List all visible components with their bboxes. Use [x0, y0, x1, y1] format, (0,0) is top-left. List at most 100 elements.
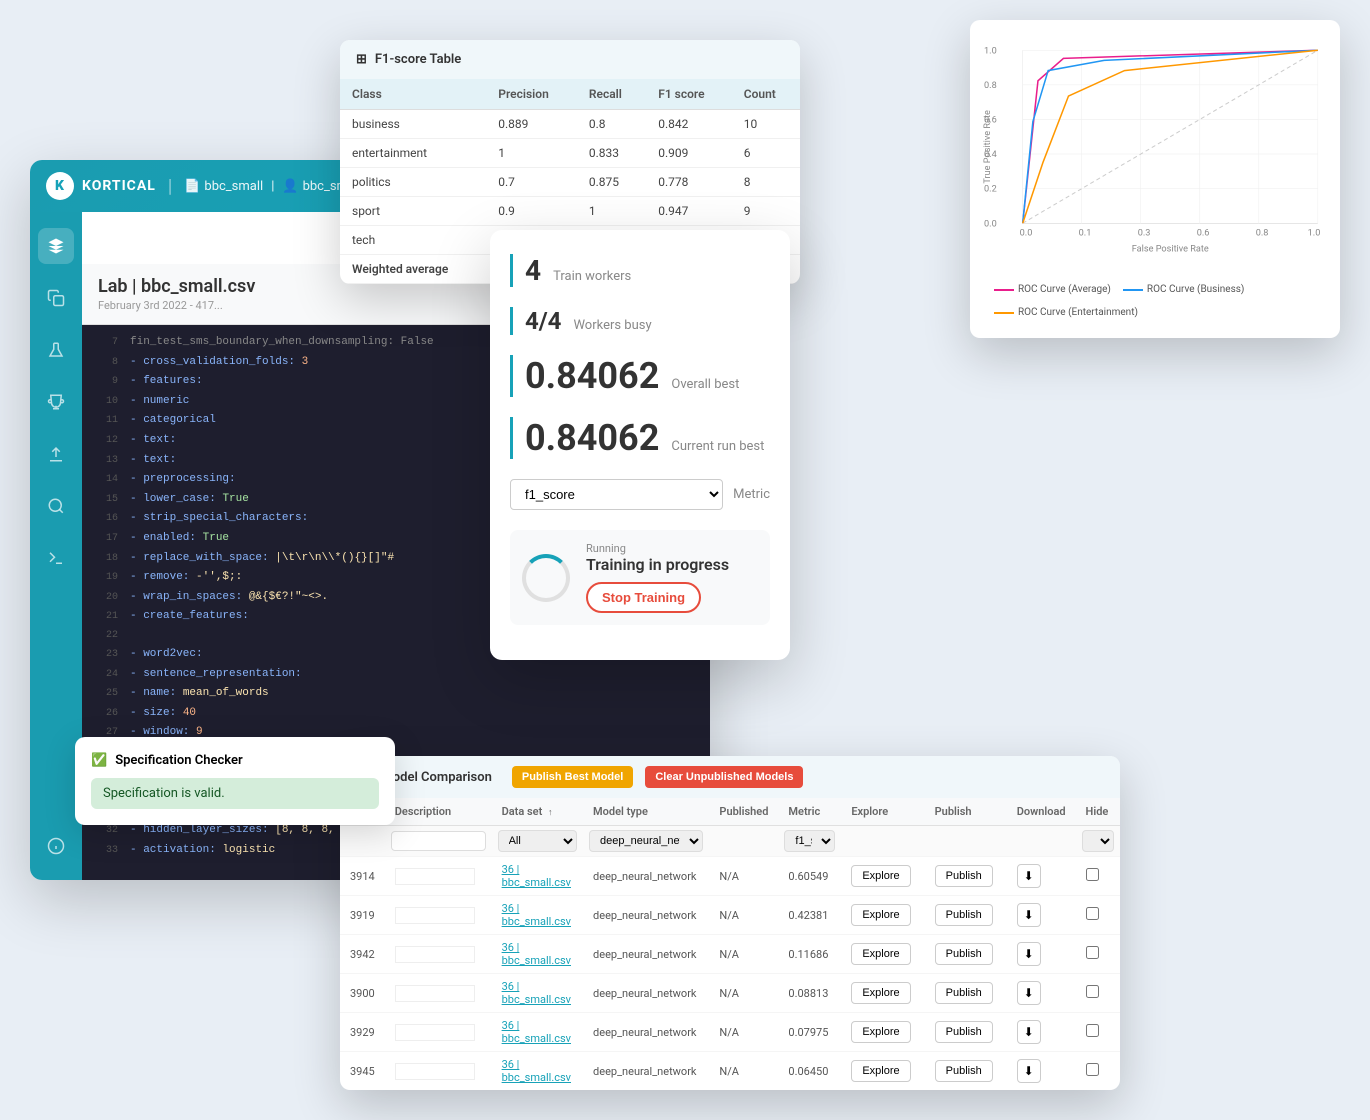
explore-btn-3945[interactable]: Explore	[851, 1060, 910, 1082]
explore-btn-3942[interactable]: Explore	[851, 943, 910, 965]
filter-description[interactable]	[391, 831, 486, 851]
breadcrumb-dataset[interactable]: 📄 bbc_small	[184, 179, 263, 194]
publish-btn-3900[interactable]: Publish	[935, 982, 993, 1004]
hide-checkbox-3945[interactable]	[1086, 1063, 1099, 1076]
sidebar-icon-layers[interactable]	[38, 228, 74, 264]
code-line: 26 - size: 40	[82, 704, 710, 724]
filter-hide[interactable]: All	[1082, 830, 1114, 852]
col-publish: Publish	[925, 798, 1007, 826]
overall-best-value: 0.84062	[525, 355, 659, 397]
sidebar-icon-terminal[interactable]	[38, 540, 74, 576]
download-btn-3942[interactable]: ⬇	[1017, 942, 1041, 966]
sidebar-icon-flask[interactable]	[38, 332, 74, 368]
sidebar-icon-copy[interactable]	[38, 280, 74, 316]
svg-text:0.6: 0.6	[1197, 228, 1210, 238]
hide-checkbox-3919[interactable]	[1086, 907, 1099, 920]
current-best-value: 0.84062	[525, 417, 659, 459]
dataset-link-3900[interactable]: 36 | bbc_small.csv	[502, 980, 571, 1006]
filter-metric[interactable]: f1_score	[784, 830, 835, 852]
model-comparison-table: ID Description Data set ↑ Model type Pub…	[340, 798, 1120, 1090]
current-best-label: Current run best	[671, 439, 764, 454]
hide-checkbox-3914[interactable]	[1086, 868, 1099, 881]
publish-btn-3945[interactable]: Publish	[935, 1060, 993, 1082]
roc-legend: ROC Curve (Average) ROC Curve (Business)…	[982, 276, 1328, 326]
hide-checkbox-3942[interactable]	[1086, 946, 1099, 959]
f1-table-row: business0.8890.80.84210	[340, 110, 800, 139]
roc-panel: 0.0 0.2 0.4 0.6 0.8 1.0 0.0 0.1 0.3 0.6 …	[970, 20, 1340, 338]
download-btn-3919[interactable]: ⬇	[1017, 903, 1041, 927]
table-icon: ⊞	[356, 52, 367, 67]
workers-label: Train workers	[553, 269, 631, 284]
metric-label: Metric	[733, 487, 770, 502]
sidebar-icon-upload[interactable]	[38, 436, 74, 472]
explore-btn-3914[interactable]: Explore	[851, 865, 910, 887]
col-f1score: F1 score	[646, 79, 732, 110]
train-workers-stat: 4 Train workers	[510, 254, 770, 287]
f1-table-row: sport0.910.9479	[340, 197, 800, 226]
running-label: Running	[586, 542, 758, 555]
model-comparison-panel: ⊞ Model Comparison Publish Best Model Cl…	[340, 756, 1120, 1090]
svg-text:1.0: 1.0	[984, 46, 997, 56]
svg-text:0.0: 0.0	[1020, 228, 1033, 238]
publish-btn-3914[interactable]: Publish	[935, 865, 993, 887]
workers-busy-stat: 4/4 Workers busy	[510, 307, 770, 335]
f1-table-row: politics0.70.8750.7788	[340, 168, 800, 197]
download-btn-3929[interactable]: ⬇	[1017, 1020, 1041, 1044]
header-divider: |	[168, 176, 172, 197]
metric-select-row: f1_score accuracy precision recall Metri…	[510, 479, 770, 510]
roc-chart: 0.0 0.2 0.4 0.6 0.8 1.0 0.0 0.1 0.3 0.6 …	[982, 32, 1328, 272]
table-row: 3919 36 | bbc_small.csv deep_neural_netw…	[340, 896, 1120, 935]
download-btn-3900[interactable]: ⬇	[1017, 981, 1041, 1005]
svg-text:0.2: 0.2	[984, 185, 997, 195]
desc-input-3945[interactable]	[395, 1063, 475, 1080]
dataset-link-3919[interactable]: 36 | bbc_small.csv	[502, 902, 571, 928]
model-comp-header: ⊞ Model Comparison Publish Best Model Cl…	[340, 756, 1120, 798]
training-text: Running Training in progress Stop Traini…	[586, 542, 758, 613]
filter-model-type[interactable]: deep_neural_network	[589, 830, 703, 852]
hide-checkbox-3900[interactable]	[1086, 985, 1099, 998]
table-row: 3914 36 | bbc_small.csv deep_neural_netw…	[340, 857, 1120, 896]
explore-btn-3900[interactable]: Explore	[851, 982, 910, 1004]
publish-btn-3919[interactable]: Publish	[935, 904, 993, 926]
svg-text:0.1: 0.1	[1079, 228, 1092, 238]
col-dataset: Data set ↑	[492, 798, 583, 826]
sidebar-icon-info[interactable]	[38, 828, 74, 864]
table-row: 3945 36 | bbc_small.csv deep_neural_netw…	[340, 1052, 1120, 1091]
stop-training-button[interactable]: Stop Training	[586, 582, 701, 613]
metric-select[interactable]: f1_score accuracy precision recall	[510, 479, 723, 510]
svg-text:1.0: 1.0	[1308, 228, 1321, 238]
legend-entertainment: ROC Curve (Entertainment)	[994, 307, 1138, 318]
clear-unpublished-button[interactable]: Clear Unpublished Models	[645, 766, 803, 788]
table-row: 3942 36 | bbc_small.csv deep_neural_netw…	[340, 935, 1120, 974]
col-recall: Recall	[577, 79, 646, 110]
header-breadcrumb: 📄 bbc_small | 👤 bbc_small	[184, 179, 361, 194]
download-btn-3945[interactable]: ⬇	[1017, 1059, 1041, 1083]
desc-input-3914[interactable]	[395, 868, 475, 885]
desc-input-3929[interactable]	[395, 1024, 475, 1041]
workers-count: 4	[525, 254, 541, 287]
explore-btn-3919[interactable]: Explore	[851, 904, 910, 926]
explore-btn-3929[interactable]: Explore	[851, 1021, 910, 1043]
training-panel: 4 Train workers 4/4 Workers busy 0.84062…	[490, 230, 790, 660]
desc-input-3900[interactable]	[395, 985, 475, 1002]
hide-checkbox-3929[interactable]	[1086, 1024, 1099, 1037]
col-precision: Precision	[486, 79, 577, 110]
dataset-link-3942[interactable]: 36 | bbc_small.csv	[502, 941, 571, 967]
dataset-link-3929[interactable]: 36 | bbc_small.csv	[502, 1019, 571, 1045]
training-title: Training in progress	[586, 555, 758, 574]
svg-text:True Positive Rate: True Positive Rate	[983, 110, 993, 184]
dataset-link-3914[interactable]: 36 | bbc_small.csv	[502, 863, 571, 889]
download-btn-3914[interactable]: ⬇	[1017, 864, 1041, 888]
publish-best-model-button[interactable]: Publish Best Model	[512, 766, 633, 788]
desc-input-3942[interactable]	[395, 946, 475, 963]
filter-dataset[interactable]: All	[498, 830, 577, 852]
desc-input-3919[interactable]	[395, 907, 475, 924]
svg-text:0.0: 0.0	[984, 219, 997, 229]
check-icon: ✅	[91, 753, 107, 768]
publish-btn-3929[interactable]: Publish	[935, 1021, 993, 1043]
publish-btn-3942[interactable]: Publish	[935, 943, 993, 965]
sidebar-icon-trophy[interactable]	[38, 384, 74, 420]
dataset-link-3945[interactable]: 36 | bbc_small.csv	[502, 1058, 571, 1084]
sidebar-icon-search[interactable]	[38, 488, 74, 524]
kortical-logo: K KORTICAL	[46, 172, 156, 200]
